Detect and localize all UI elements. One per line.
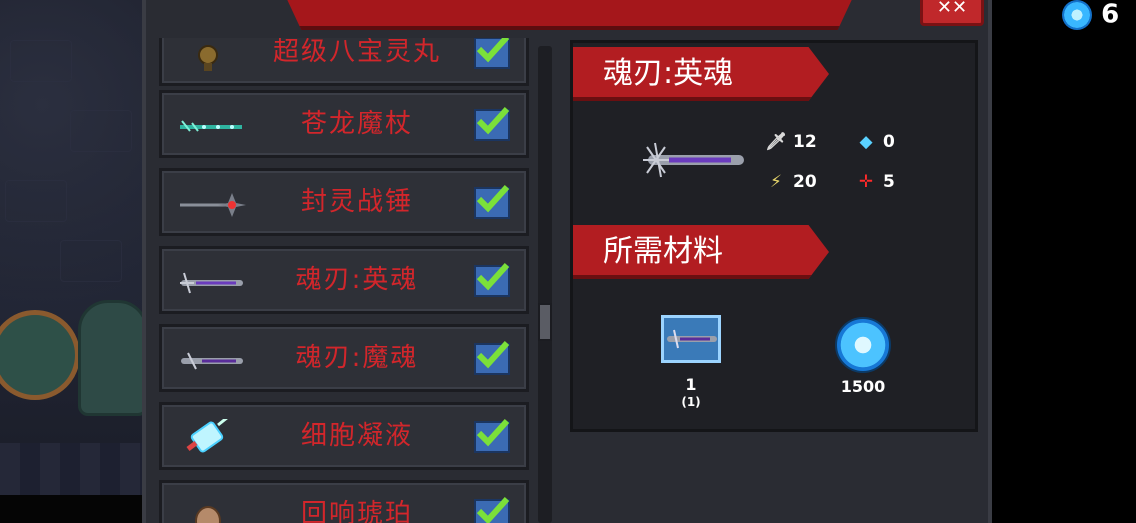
item-name: 细胞凝液 (300, 421, 413, 451)
pill-icon (198, 45, 218, 71)
blue-gem-icon (1062, 0, 1092, 30)
blueprint-owned: (1) (681, 395, 701, 409)
checkbox-checked[interactable] (474, 340, 510, 375)
close-button[interactable]: ✕✕ (920, 0, 984, 26)
blade-blueprint-icon[interactable] (661, 315, 721, 363)
check-icon (476, 38, 510, 63)
scrollbar-thumb[interactable] (538, 303, 552, 341)
list-item[interactable]: 回响琥珀 (159, 480, 529, 523)
crosshair-icon: ✛ (858, 172, 874, 192)
blueprint-count: 1 (685, 375, 697, 394)
blue-gem-icon[interactable] (835, 317, 891, 373)
checkbox-checked[interactable] (474, 262, 510, 297)
item-name: 魂刃:魔魂 (295, 343, 419, 373)
background-scene (0, 0, 142, 523)
check-icon (476, 496, 510, 523)
list-item[interactable]: 魂刃:魔魂 (159, 324, 529, 392)
checkbox-checked[interactable] (474, 418, 510, 453)
stat-crit: ⚡ 20 (765, 171, 817, 193)
sword-icon: 🗡 (765, 132, 787, 152)
item-detail-panel: 魂刃:英魂 🗡 12 ◆ 0 ⚡ 20 ✛ 5 所需材料 1 (1) 1500 (570, 40, 978, 432)
list-item[interactable]: 细胞凝液 (159, 402, 529, 470)
item-name: 苍龙魔杖 (300, 109, 413, 139)
currency-value: 6 (1101, 0, 1120, 30)
cauldron-decoration (0, 310, 80, 400)
check-icon (476, 340, 510, 369)
materials-title: 所需材料 (603, 234, 723, 269)
stat-attack: 🗡 12 (765, 132, 817, 152)
currency-counter: 6 (1062, 0, 1119, 30)
list-item[interactable]: 苍龙魔杖 (159, 90, 529, 158)
item-name: 魂刃:英魂 (295, 265, 419, 295)
checkbox-checked[interactable] (474, 106, 510, 141)
item-title: 魂刃:英魂 (603, 56, 734, 91)
list-item[interactable]: 超级八宝灵丸 (159, 38, 529, 86)
check-icon (476, 262, 510, 291)
syringe-icon (186, 419, 228, 453)
crit-icon: ⚡ (770, 172, 782, 192)
materials-title-banner: 所需材料 (573, 225, 829, 279)
pot-decoration (78, 300, 142, 416)
list-item[interactable]: 封灵战锤 (159, 168, 529, 236)
list-scrollbar[interactable] (538, 46, 552, 523)
item-list[interactable]: 超级八宝灵丸 苍龙魔杖 封灵战锤 魂刃:英魂 魂刃:魔魂 细胞凝液 回响琥珀 (155, 38, 535, 523)
check-icon (476, 106, 510, 135)
stat-precision: ✛ 5 (855, 171, 895, 193)
item-title-banner: 魂刃:英魂 (573, 47, 829, 101)
gem-cost: 1500 (840, 377, 886, 396)
checkbox-checked[interactable] (474, 184, 510, 219)
staff-icon (180, 120, 242, 132)
purple-blade-icon (180, 272, 243, 294)
check-icon (476, 418, 510, 447)
list-item-selected[interactable]: 魂刃:英魂 (159, 246, 529, 314)
energy-crystal-icon: ◆ (859, 132, 873, 152)
purple-blade-icon (181, 352, 243, 370)
stat-energy: ◆ 0 (855, 131, 894, 153)
checkbox-checked[interactable] (474, 496, 510, 523)
amber-icon (195, 506, 221, 523)
item-name: 回响琥珀 (300, 499, 413, 523)
check-icon (476, 184, 510, 213)
item-preview-icon (643, 142, 744, 178)
item-name: 超级八宝灵丸 (272, 38, 441, 67)
checkbox-checked[interactable] (474, 38, 510, 69)
panel-title-banner (278, 0, 861, 30)
item-name: 封灵战锤 (300, 187, 413, 217)
hammer-icon (180, 193, 246, 217)
